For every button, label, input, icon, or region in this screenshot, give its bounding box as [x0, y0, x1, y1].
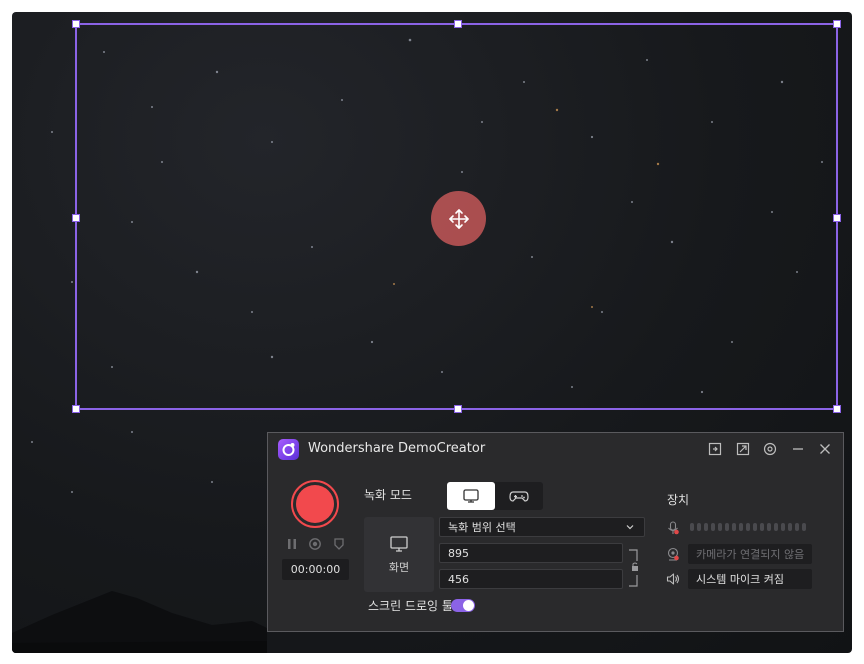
- close-icon[interactable]: [817, 441, 833, 457]
- record-button[interactable]: [291, 480, 339, 528]
- microphone-icon[interactable]: [666, 521, 680, 535]
- move-icon: [448, 208, 469, 229]
- app-logo-icon: [278, 439, 299, 460]
- screen-source-label: 화면: [388, 560, 410, 574]
- recording-mode-label: 녹화 모드: [364, 488, 412, 502]
- game-mode-icon: [509, 491, 529, 502]
- game-mode-button[interactable]: [495, 482, 543, 510]
- resize-handle-bottom-left[interactable]: [72, 405, 80, 413]
- app-title: Wondershare DemoCreator: [308, 441, 486, 456]
- record-dot: [296, 485, 334, 523]
- width-input[interactable]: [439, 543, 623, 563]
- microphone-level-meter: [690, 523, 814, 531]
- recorder-panel: Wondershare DemoCreator 00:00:00 녹화 모드 화…: [267, 432, 844, 632]
- speaker-icon[interactable]: [666, 572, 680, 586]
- monitor-icon: [390, 535, 408, 552]
- recording-area-select[interactable]: 녹화 범위 선택: [439, 517, 645, 537]
- exit-fullscreen-icon[interactable]: [707, 441, 723, 457]
- mode-toggle-group: [447, 482, 543, 510]
- chevron-down-icon: [626, 525, 634, 530]
- screen-source-tile[interactable]: 화면: [364, 517, 434, 592]
- resize-handle-right[interactable]: [833, 214, 841, 222]
- drawing-tool-toggle[interactable]: [451, 599, 475, 612]
- camera-select[interactable]: 카메라가 연결되지 않음: [688, 544, 812, 564]
- pause-icon[interactable]: [285, 537, 299, 551]
- screen-mode-button[interactable]: [447, 482, 495, 510]
- settings-icon[interactable]: [762, 441, 778, 457]
- drawing-tool-label: 스크린 드로잉 툴: [368, 599, 453, 613]
- screen-mode-icon: [463, 489, 479, 503]
- mini-mode-icon[interactable]: [735, 441, 751, 457]
- title-bar[interactable]: Wondershare DemoCreator: [268, 433, 843, 466]
- resize-handle-left[interactable]: [72, 214, 80, 222]
- resize-handle-bottom-right[interactable]: [833, 405, 841, 413]
- recording-timer: 00:00:00: [282, 559, 349, 580]
- toggle-knob: [463, 600, 474, 611]
- camera-icon[interactable]: [666, 547, 680, 561]
- resize-handle-top-right[interactable]: [833, 20, 841, 28]
- height-input[interactable]: [439, 569, 623, 589]
- move-area-button[interactable]: [431, 191, 486, 246]
- device-label: 장치: [667, 493, 690, 507]
- restart-icon[interactable]: [308, 537, 322, 551]
- resize-handle-top[interactable]: [454, 20, 462, 28]
- minimize-icon[interactable]: [790, 441, 806, 457]
- resize-handle-top-left[interactable]: [72, 20, 80, 28]
- aspect-lock-icon[interactable]: [629, 549, 639, 587]
- recording-area-select-value: 녹화 범위 선택: [448, 521, 516, 534]
- stop-icon[interactable]: [332, 537, 346, 551]
- system-audio-select[interactable]: 시스템 마이크 켜짐: [688, 569, 812, 589]
- resize-handle-bottom[interactable]: [454, 405, 462, 413]
